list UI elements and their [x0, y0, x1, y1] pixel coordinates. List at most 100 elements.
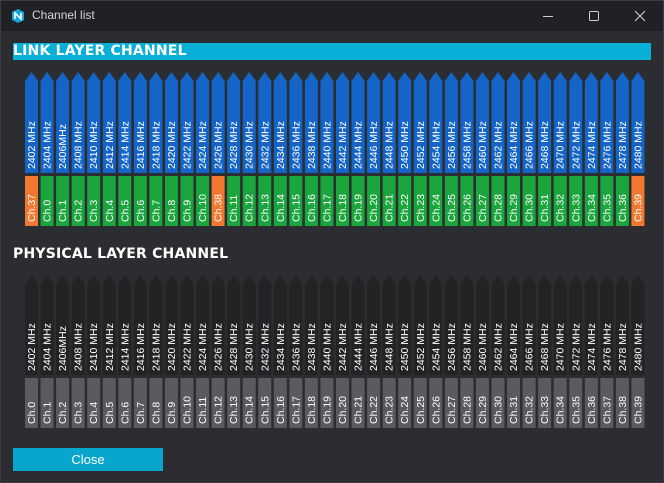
physical-layer-frequency-label: 2472 MHz: [570, 323, 582, 371]
physical-layer-column: 2444 MHz Ch.21: [351, 275, 365, 428]
link-layer-frequency-label: 2472 MHz: [570, 121, 582, 169]
physical-layer-column: 2478 MHz Ch.38: [615, 275, 629, 428]
link-layer-channel-label: Ch.14: [275, 194, 287, 222]
link-layer-channel-label: Ch.12: [244, 194, 256, 222]
physical-layer-channel-label: Ch.19: [321, 396, 333, 424]
link-layer-frequency-label: 2438 MHz: [306, 121, 318, 169]
title-bar[interactable]: Channel list: [1, 1, 663, 31]
link-layer-column: 2434 MHz Ch.14: [273, 72, 287, 226]
app-logo-icon: [12, 9, 24, 23]
link-layer-channel-label: Ch.20: [368, 194, 380, 222]
link-layer-column: 2406MHz Ch.1: [56, 72, 70, 226]
link-layer-channel-label: Ch.37: [26, 194, 38, 222]
physical-layer-column: 2446 MHz Ch.22: [367, 275, 381, 428]
close-button[interactable]: Close: [13, 448, 163, 471]
physical-layer-column: 2476 MHz Ch.37: [600, 275, 614, 428]
link-layer-channel-label: Ch.10: [197, 194, 209, 222]
link-layer-channel-label: Ch.33: [570, 194, 582, 222]
physical-layer-frequency-label: 2422 MHz: [182, 323, 194, 371]
link-layer-column: 2440 MHz Ch.17: [320, 72, 334, 226]
link-layer-frequency-label: 2424 MHz: [197, 121, 209, 169]
link-layer-channel-label: Ch.1: [57, 200, 69, 222]
link-layer-channel-label: Ch.36: [617, 194, 629, 222]
link-layer-channel-label: Ch.27: [477, 194, 489, 222]
physical-layer-frequency-label: 2428 MHz: [228, 323, 240, 371]
physical-layer-column: 2428 MHz Ch.13: [227, 275, 241, 428]
link-layer-channel-label: Ch.39: [632, 194, 644, 222]
link-layer-frequency-label: 2408 MHz: [73, 121, 85, 169]
physical-layer-column: 2440 MHz Ch.19: [320, 275, 334, 428]
physical-layer-column: 2438 MHz Ch.18: [304, 275, 318, 428]
link-layer-frequency-label: 2420 MHz: [166, 121, 178, 169]
physical-layer-channel-label: Ch.22: [368, 396, 380, 424]
link-layer-frequency-label: 2480 MHz: [632, 121, 644, 169]
physical-layer-frequency-label: 2424 MHz: [197, 323, 209, 371]
link-layer-column: 2444 MHz Ch.19: [351, 72, 365, 226]
link-layer-column: 2474 MHz Ch.34: [584, 72, 598, 226]
physical-layer-frequency-label: 2450 MHz: [399, 323, 411, 371]
physical-layer-frequency-label: 2408 MHz: [73, 323, 85, 371]
physical-layer-channel-label: Ch.4: [88, 402, 100, 424]
physical-layer-column: 2450 MHz Ch.24: [398, 275, 412, 428]
link-layer-frequency-label: 2470 MHz: [555, 121, 567, 169]
window-title: Channel list: [32, 8, 95, 22]
close-window-button[interactable]: [617, 1, 663, 31]
physical-layer-channel-label: Ch.15: [259, 396, 271, 424]
link-layer-column: 2432 MHz Ch.13: [258, 72, 272, 226]
physical-layer-frequency-label: 2406MHz: [57, 326, 69, 371]
physical-layer-column: 2432 MHz Ch.15: [258, 275, 272, 428]
link-layer-column: 2410 MHz Ch.3: [87, 72, 101, 226]
physical-layer-column: 2442 MHz Ch.20: [336, 275, 349, 428]
link-layer-column: 2428 MHz Ch.11: [227, 72, 241, 226]
link-layer-column: 2472 MHz Ch.33: [569, 72, 583, 226]
link-layer-frequency-label: 2444 MHz: [353, 121, 365, 169]
minimize-icon: [543, 16, 553, 17]
link-layer-frequency-label: 2458 MHz: [461, 121, 473, 169]
physical-layer-column: 2466 MHz Ch.32: [522, 275, 536, 428]
link-layer-frequency-label: 2478 MHz: [617, 121, 629, 169]
link-layer-channel-label: Ch.7: [150, 200, 162, 222]
link-layer-column: 2454 MHz Ch.24: [429, 72, 443, 226]
physical-layer-frequency-label: 2426 MHz: [213, 323, 225, 371]
maximize-button[interactable]: [571, 1, 617, 31]
link-layer-channel-label: Ch.19: [353, 194, 365, 222]
physical-layer-column: 2470 MHz Ch.34: [553, 275, 567, 428]
link-layer-channel-label: Ch.35: [601, 194, 613, 222]
link-layer-frequency-label: 2474 MHz: [586, 121, 598, 169]
physical-layer-frequency-label: 2410 MHz: [88, 323, 100, 371]
link-layer-frequency-label: 2428 MHz: [228, 121, 240, 169]
physical-layer-frequency-label: 2468 MHz: [539, 323, 551, 371]
physical-layer-frequency-label: 2462 MHz: [493, 323, 505, 371]
link-layer-channel-label: Ch.8: [166, 200, 178, 222]
minimize-button[interactable]: [525, 1, 571, 31]
link-layer-column: 2456 MHz Ch.25: [444, 72, 458, 226]
link-layer-channel-label: Ch.13: [259, 194, 271, 222]
physical-layer-frequency-label: 2458 MHz: [461, 323, 473, 371]
link-layer-frequency-label: 2476 MHz: [601, 121, 613, 169]
link-layer-frequency-label: 2460 MHz: [477, 121, 489, 169]
physical-layer-column: 2418 MHz Ch.8: [149, 275, 163, 428]
physical-layer-channel-label: Ch.6: [119, 402, 131, 424]
link-layer-column: 2446 MHz Ch.20: [367, 72, 381, 226]
physical-layer-column: 2406MHz Ch.2: [56, 275, 70, 428]
physical-layer-frequency-label: 2444 MHz: [353, 323, 365, 371]
link-layer-column: 2416 MHz Ch.6: [133, 72, 147, 226]
physical-layer-column: 2408 MHz Ch.3: [71, 275, 85, 428]
physical-layer-frequency-label: 2456 MHz: [446, 323, 458, 371]
physical-layer-channel-label: Ch.28: [461, 396, 473, 424]
physical-layer-channel-label: Ch.35: [570, 396, 582, 424]
link-layer-frequency-label: 2462 MHz: [493, 121, 505, 169]
link-layer-column: 2466 MHz Ch.30: [522, 72, 536, 226]
link-layer-column: 2424 MHz Ch.10: [196, 72, 210, 226]
physical-layer-channel-label: Ch.5: [104, 402, 116, 424]
physical-layer-channel-label: Ch.12: [213, 396, 225, 424]
physical-layer-frequency-label: 2470 MHz: [555, 323, 567, 371]
physical-layer-frequency-label: 2438 MHz: [306, 323, 318, 371]
link-layer-channel-label: Ch.21: [384, 194, 396, 222]
close-icon: [634, 10, 646, 22]
physical-layer-column: 2452 MHz Ch.25: [413, 275, 427, 428]
physical-layer-channel-label: Ch.7: [135, 402, 147, 424]
link-layer-frequency-label: 2412 MHz: [104, 121, 116, 169]
link-layer-channel-label: Ch.15: [290, 194, 302, 222]
link-layer-channel-label: Ch.24: [430, 194, 442, 222]
